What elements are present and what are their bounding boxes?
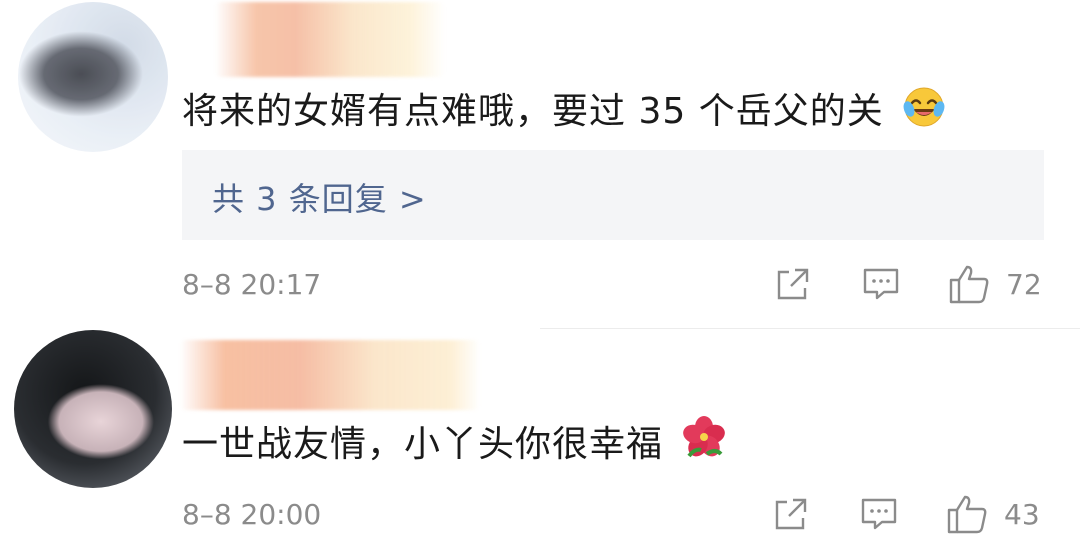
divider: [540, 328, 1080, 329]
like-count: 43: [1004, 498, 1040, 531]
replies-box[interactable]: 共 3 条回复 >: [182, 150, 1044, 240]
comment-text: 将来的女婿有点难哦，要过 35 个岳父的关: [182, 82, 946, 138]
username-blurred[interactable]: [215, 2, 445, 77]
reply-button[interactable]: [862, 266, 900, 306]
laughing-crying-emoji-icon: [902, 85, 946, 138]
share-button[interactable]: [775, 266, 811, 306]
avatar[interactable]: [18, 2, 168, 152]
like-count: 72: [1006, 268, 1042, 301]
timestamp: 8–8 20:00: [182, 498, 322, 531]
comment-text: 一世战友情，小丫头你很幸福: [182, 415, 727, 471]
comment-icon: [861, 498, 897, 530]
like-button[interactable]: [946, 494, 988, 538]
avatar[interactable]: [14, 330, 172, 488]
username-blurred[interactable]: [180, 340, 480, 410]
view-replies-link[interactable]: 共 3 条回复 >: [212, 174, 427, 220]
thumbs-up-icon: [947, 495, 987, 534]
share-icon: [777, 268, 809, 300]
comment-item: 将来的女婿有点难哦，要过 35 个岳父的关 共 3 条回复 > 8–8 20:1…: [0, 0, 1080, 330]
share-button[interactable]: [773, 496, 809, 536]
hibiscus-flower-emoji-icon: [681, 416, 727, 471]
thumbs-up-icon: [949, 265, 989, 304]
reply-button[interactable]: [860, 496, 898, 536]
share-icon: [775, 498, 807, 530]
timestamp: 8–8 20:17: [182, 268, 322, 301]
like-button[interactable]: [948, 264, 990, 308]
comment-icon: [863, 268, 899, 300]
